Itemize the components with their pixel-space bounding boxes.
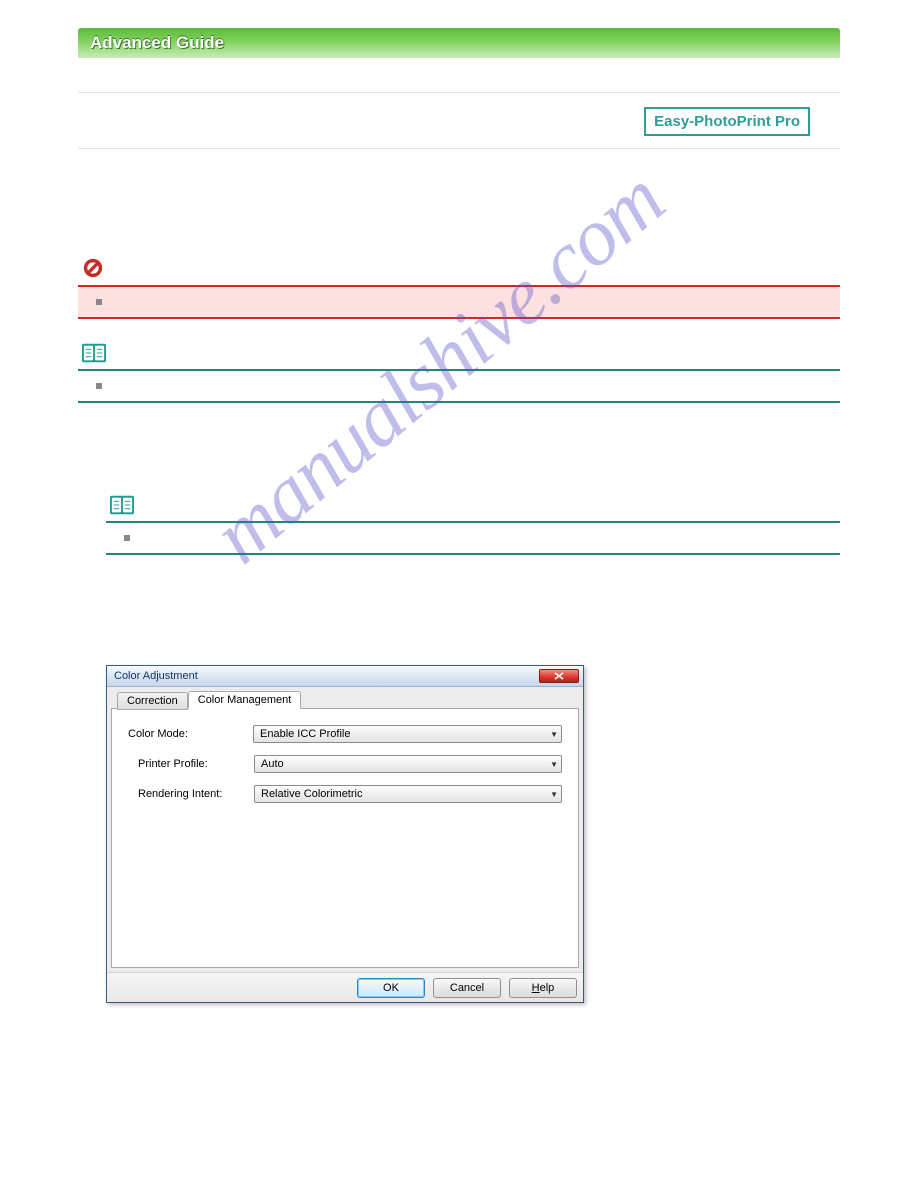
note-block: [78, 371, 840, 401]
divider: [78, 148, 840, 149]
chevron-down-icon: ▼: [550, 730, 558, 739]
chevron-down-icon: ▼: [550, 790, 558, 799]
prohibited-icon: [82, 257, 104, 279]
rendering-intent-value: Relative Colorimetric: [261, 788, 362, 800]
bullet-icon: [124, 535, 130, 541]
tab-correction[interactable]: Correction: [117, 692, 188, 710]
color-adjustment-dialog: Color Adjustment Correction Color Manage…: [106, 665, 584, 1003]
color-mode-value: Enable ICC Profile: [260, 728, 351, 740]
app-badge: Easy-PhotoPrint Pro: [644, 107, 810, 136]
help-button[interactable]: Help: [509, 978, 577, 998]
close-button[interactable]: [539, 669, 579, 683]
important-heading: [78, 257, 840, 279]
dialog-titlebar: Color Adjustment: [107, 666, 583, 687]
rendering-intent-label: Rendering Intent:: [138, 788, 254, 800]
important-note-block: [78, 287, 840, 317]
note-block: [106, 523, 840, 553]
tab-panel-color-management: Color Mode: Enable ICC Profile ▼ Printer…: [111, 708, 579, 968]
color-mode-select[interactable]: Enable ICC Profile ▼: [253, 725, 562, 743]
tab-color-management[interactable]: Color Management: [188, 691, 302, 709]
note-heading: [78, 343, 840, 363]
note-separator: [106, 553, 840, 555]
chevron-down-icon: ▼: [550, 760, 558, 769]
bullet-icon: [96, 299, 102, 305]
note-heading: [106, 495, 840, 515]
cancel-button[interactable]: Cancel: [433, 978, 501, 998]
book-icon: [110, 495, 134, 515]
dialog-title: Color Adjustment: [114, 670, 198, 682]
important-separator: [78, 317, 840, 319]
page-title: Advanced Guide: [90, 33, 224, 52]
page-title-bar: Advanced Guide: [78, 28, 840, 58]
printer-profile-select[interactable]: Auto ▼: [254, 755, 562, 773]
bullet-icon: [96, 383, 102, 389]
color-mode-label: Color Mode:: [128, 728, 253, 740]
book-icon: [82, 343, 106, 363]
tabs: Correction Color Management: [111, 691, 579, 709]
dialog-footer: OK Cancel Help: [107, 972, 583, 1002]
rendering-intent-select[interactable]: Relative Colorimetric ▼: [254, 785, 562, 803]
ok-button[interactable]: OK: [357, 978, 425, 998]
close-icon: [554, 672, 564, 680]
printer-profile-value: Auto: [261, 758, 284, 770]
note-separator: [78, 401, 840, 403]
printer-profile-label: Printer Profile:: [138, 758, 254, 770]
